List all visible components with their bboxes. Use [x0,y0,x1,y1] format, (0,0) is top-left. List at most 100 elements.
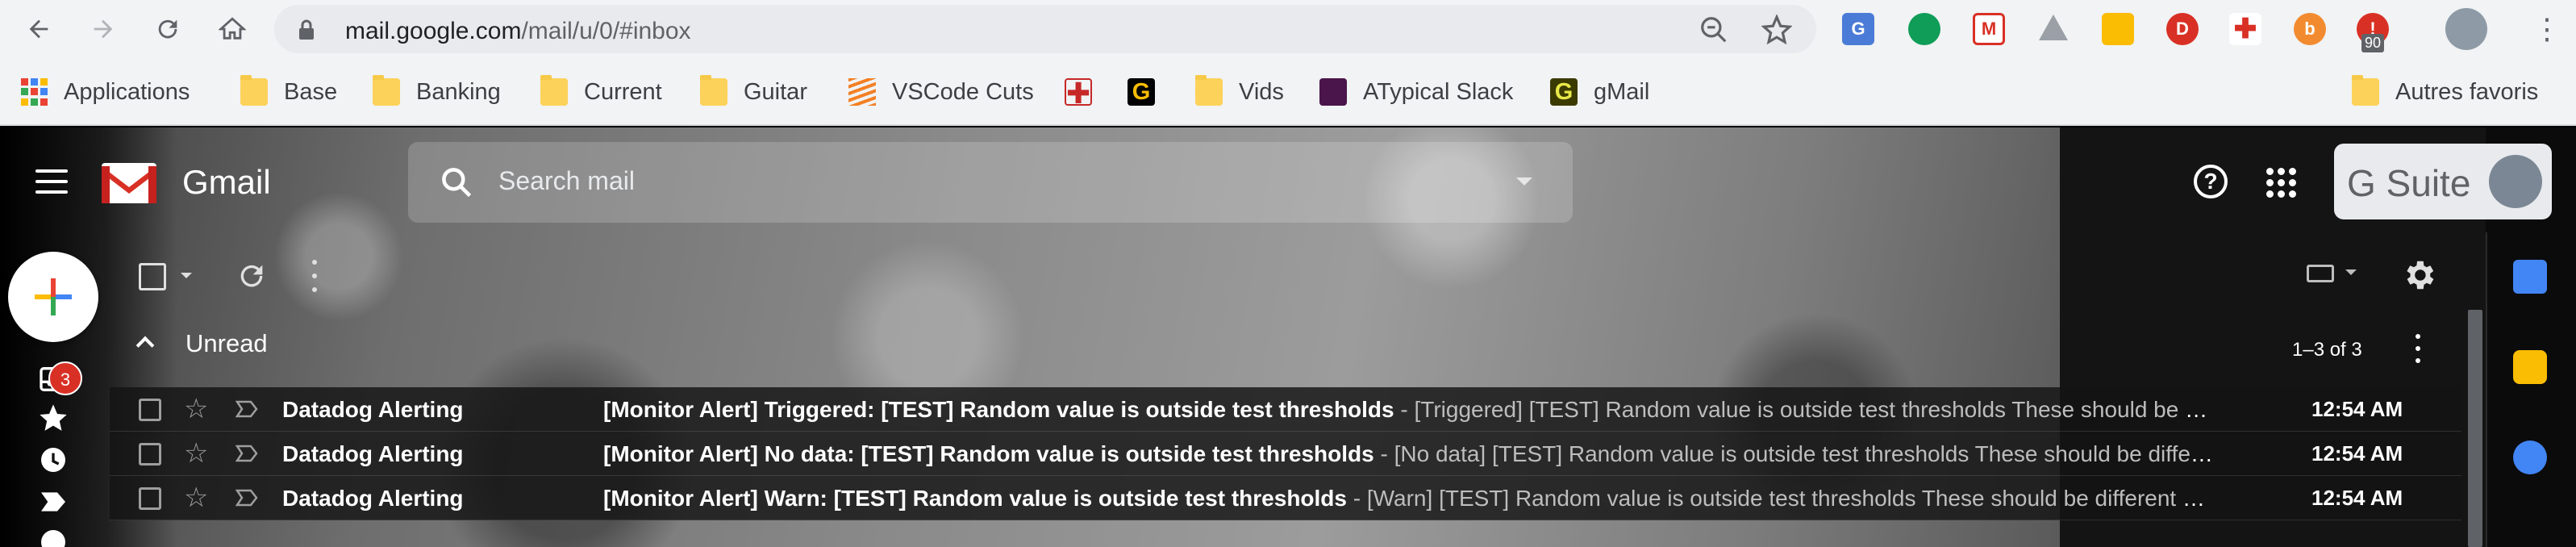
gmail-wordmark: Gmail [182,163,271,201]
search-input[interactable]: Search mail [498,166,635,196]
bookmark-label: Guitar [744,78,807,105]
important-marker-icon[interactable] [236,400,258,418]
drive-icon[interactable] [2039,15,2068,40]
bookmark-vids[interactable]: Vids [1195,73,1284,111]
bookmark-g[interactable]: G [1128,73,1171,111]
refresh-icon[interactable] [236,260,268,292]
important-icon[interactable] [37,486,69,518]
main-menu-icon[interactable] [35,169,68,195]
gmail-g-icon: G [1550,78,1578,106]
email-sender: Datadog Alerting [282,441,464,466]
bookmark-gmail[interactable]: G gMail [1550,73,1649,111]
gmail-app: Gmail Search mail ? G Suite 3 Unread 1–3… [0,127,2576,547]
select-dropdown-chevron-icon[interactable] [181,273,192,278]
search-options-chevron-icon[interactable] [1516,177,1532,186]
bookmark-banking[interactable]: Banking [373,73,501,111]
avatar [2489,155,2542,208]
email-row[interactable]: ☆ Datadog Alerting [Monitor Alert] No da… [110,432,2461,476]
email-checkbox[interactable] [139,399,161,421]
bookmark-base[interactable]: Base [240,73,337,111]
home-icon[interactable] [213,10,252,48]
pagination-count[interactable]: 1–3 of 3 [2292,339,2362,361]
select-all-checkbox[interactable] [139,263,166,290]
star-icon[interactable]: ☆ [184,394,208,424]
email-preview: [Monitor Alert] No data: [TEST] Random v… [603,441,2216,467]
bookmark-applications[interactable]: Applications [21,73,190,111]
more-actions-icon[interactable] [310,260,319,292]
email-checkbox[interactable] [139,443,161,466]
input-tools-chevron-icon[interactable] [2345,269,2357,275]
chrome-menu-icon[interactable]: ⋮ [2532,11,2561,47]
bookmark-atypical-slack[interactable]: ATypical Slack [1319,73,1513,111]
folder-icon [700,75,727,106]
extension-count-badge: 90 [2361,34,2385,52]
email-time: 12:54 AM [2311,441,2403,466]
keep-icon[interactable] [2513,350,2547,384]
help-icon[interactable]: ? [2194,165,2228,198]
tasks-icon[interactable] [2513,441,2547,474]
compose-button[interactable] [8,252,98,342]
bookmark-label: Banking [416,78,501,105]
email-subject: [Monitor Alert] Warn: [TEST] Random valu… [603,486,1347,511]
email-checkbox[interactable] [139,487,161,510]
bookmark-autres-favoris[interactable]: Autres favoris [2352,73,2538,111]
bookmark-red-cross[interactable]: ✚ [1065,73,1108,111]
bookmark-label: Applications [64,78,190,105]
email-row[interactable]: ☆ Datadog Alerting [Monitor Alert] Trigg… [110,387,2461,432]
bookmark-vscode-cuts[interactable]: VSCode Cuts [848,73,1034,111]
scrollbar[interactable] [2468,310,2482,547]
gmail-logo-icon[interactable] [100,160,158,205]
email-subject: [Monitor Alert] No data: [TEST] Random v… [603,441,1374,466]
bookmark-guitar[interactable]: Guitar [700,73,807,111]
input-tools-keyboard-icon[interactable] [2307,265,2334,282]
google-translate-icon[interactable]: G [1842,13,1874,45]
bookmark-current[interactable]: Current [540,73,662,111]
bookmarks-bar: Applications Base Banking Current Guitar… [0,58,2576,126]
star-icon[interactable]: ☆ [184,482,208,513]
zoom-icon[interactable] [1699,15,1729,45]
search-icon[interactable] [439,165,474,200]
url-text[interactable]: mail.google.com/mail/u/0/#inbox [345,18,691,45]
email-snippet: - [Triggered] [TEST] Random value is out… [1394,397,2216,422]
folder-icon [373,75,400,106]
email-subject: [Monitor Alert] Triggered: [TEST] Random… [603,397,1394,422]
forward-arrow-icon[interactable] [84,10,123,48]
red-cross-extension-icon[interactable]: ✚ [2229,13,2261,45]
email-list: ☆ Datadog Alerting [Monitor Alert] Trigg… [110,387,2461,520]
notepad-icon[interactable] [2102,13,2134,45]
bookmark-label: gMail [1594,78,1650,105]
slack-icon [1319,78,1347,106]
bookmark-star-icon[interactable] [1761,15,1792,45]
g-icon: G [1128,78,1155,106]
address-bar[interactable]: mail.google.com/mail/u/0/#inbox [274,5,1816,53]
settings-gear-icon[interactable] [2400,257,2437,294]
google-apps-icon[interactable] [2266,168,2296,198]
side-panel-divider [2486,232,2487,547]
profile-avatar[interactable] [2445,8,2487,50]
gsuite-label: G Suite [2347,162,2471,204]
important-marker-icon[interactable] [236,489,258,507]
browser-toolbar: mail.google.com/mail/u/0/#inbox G M D ✚ … [0,0,2576,58]
hangouts-icon[interactable] [1908,13,1940,45]
folder-icon [2352,75,2379,106]
bookmark-label: ATypical Slack [1363,78,1514,105]
email-row[interactable]: ☆ Datadog Alerting [Monitor Alert] Warn:… [110,476,2461,520]
extension-d-icon[interactable]: D [2166,13,2199,45]
snoozed-clock-icon[interactable] [37,444,69,476]
email-sender: Datadog Alerting [282,397,464,422]
reload-icon[interactable] [148,10,187,48]
sent-icon[interactable] [37,526,69,547]
stack-icon [848,78,876,106]
starred-icon[interactable] [37,402,69,434]
section-title-unread[interactable]: Unread [185,329,268,358]
important-marker-icon[interactable] [236,445,258,462]
honey-icon[interactable]: b [2294,13,2326,45]
email-time: 12:54 AM [2311,397,2403,421]
search-bar[interactable]: Search mail [408,142,1573,223]
gmail-extension-icon[interactable]: M [1973,13,2005,45]
section-options-icon[interactable] [2413,334,2423,363]
gsuite-account-button[interactable]: G Suite [2334,144,2552,219]
calendar-icon[interactable] [2513,260,2547,294]
back-arrow-icon[interactable] [19,10,58,48]
star-icon[interactable]: ☆ [184,438,208,469]
